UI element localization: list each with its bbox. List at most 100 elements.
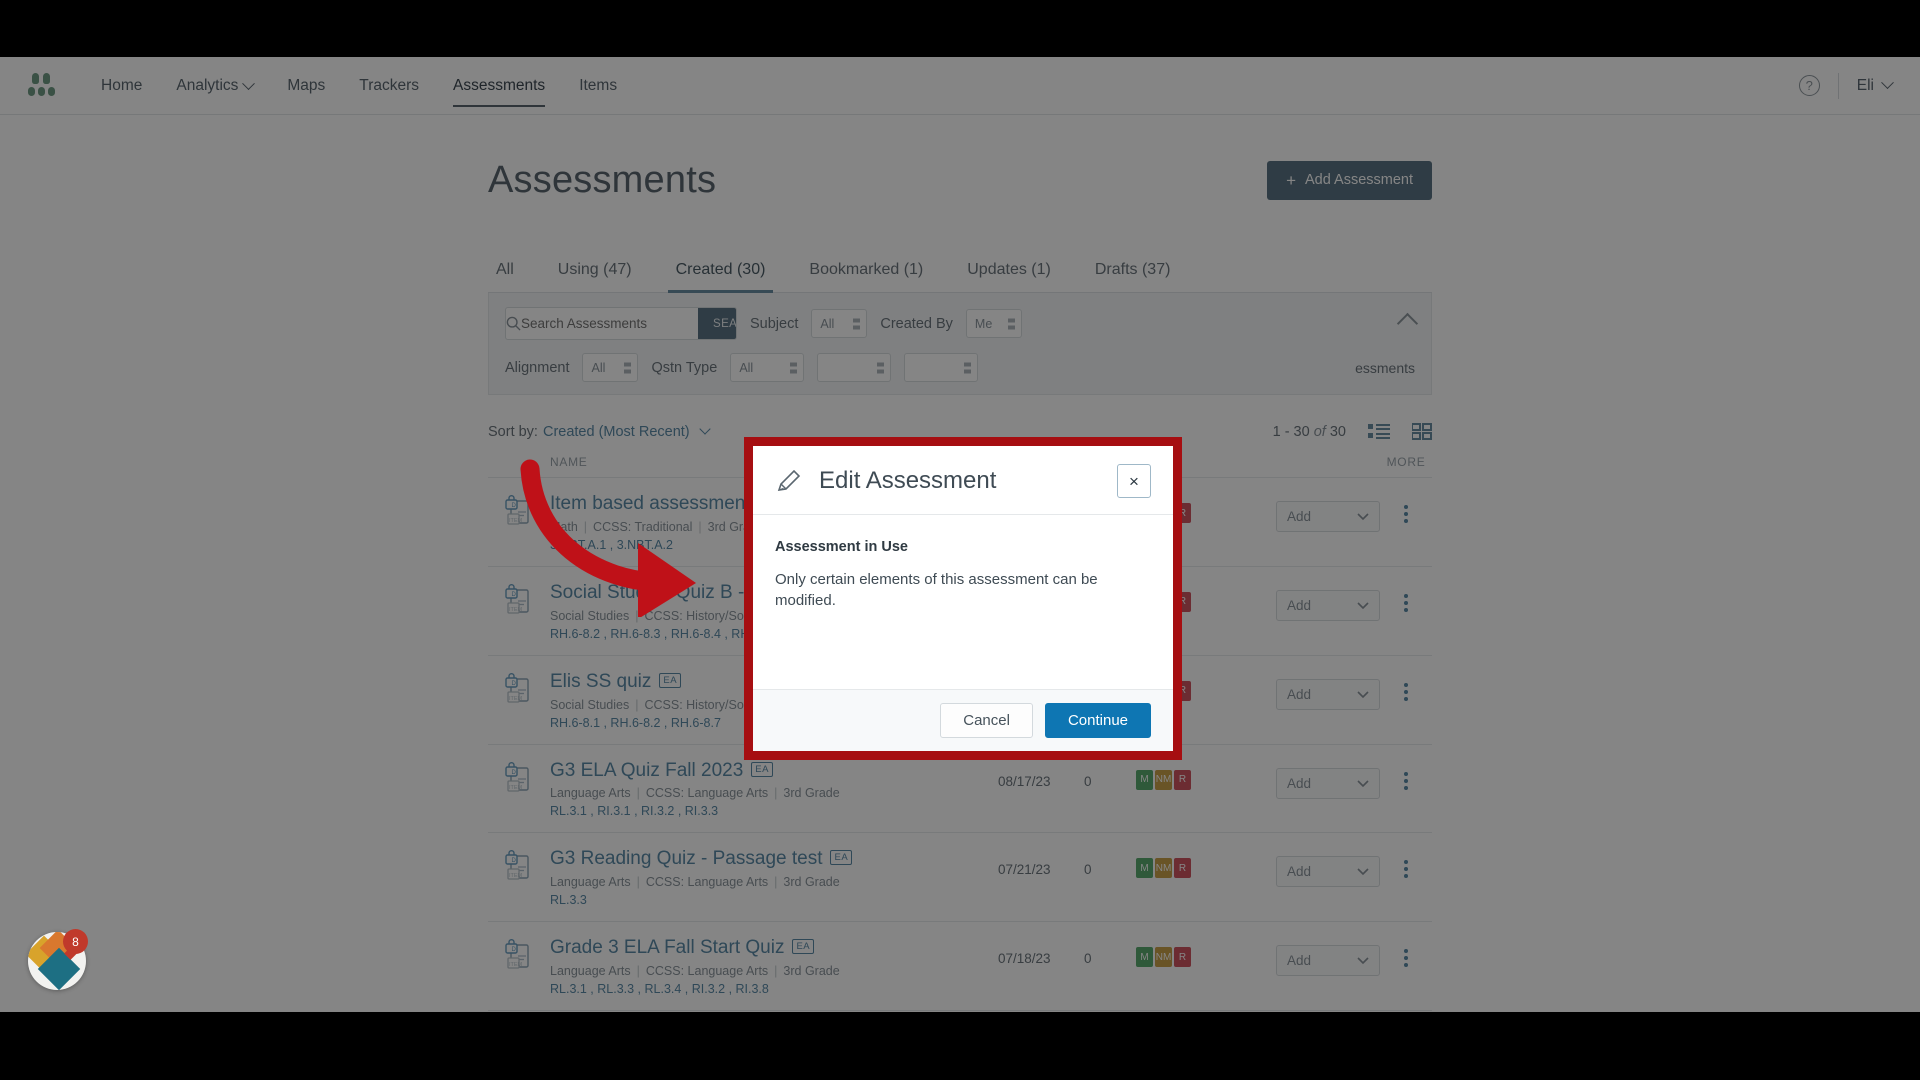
assessment-name-link[interactable]: G3 Reading Quiz - Passage test — [550, 848, 822, 869]
add-dropdown-button[interactable]: Add — [1276, 589, 1380, 621]
ea-badge: EA — [751, 761, 773, 777]
chevron-down-icon — [1357, 864, 1369, 879]
assessment-more-cell — [1380, 848, 1432, 879]
alignment-filter-value: All — [591, 360, 606, 375]
more-options-icon[interactable] — [1404, 505, 1408, 523]
tab-label: Drafts (37) — [1094, 261, 1171, 278]
nav-item-maps[interactable]: Maps — [270, 58, 342, 113]
nav-item-analytics[interactable]: Analytics — [159, 58, 270, 113]
add-dropdown-label: Add — [1287, 686, 1312, 702]
tab-label: Updates (1) — [967, 261, 1051, 278]
assessment-doc-icon: D ITEM — [488, 671, 550, 706]
nav-label: Home — [101, 77, 143, 94]
mastery-badge-r: R — [1174, 858, 1191, 879]
column-header-more: MORE — [1386, 455, 1426, 469]
help-icon[interactable]: ? — [1798, 75, 1820, 96]
tab-all[interactable]: All — [488, 251, 536, 292]
createdby-filter-select[interactable]: Me — [965, 309, 1022, 338]
subject-filter-label: Subject — [750, 315, 799, 332]
nav-label: Analytics — [176, 77, 239, 94]
assessment-name-cell: G3 ELA Quiz Fall 2023 EA Language Arts | CC… — [550, 760, 998, 819]
nav-label: Items — [579, 77, 618, 94]
add-assessment-button[interactable]: + Add Assessment — [1267, 160, 1432, 200]
assessment-doc-icon: D ITEM — [488, 493, 550, 528]
svg-text:ITEM: ITEM — [509, 962, 523, 968]
qstntype-filter-label: Qstn Type — [651, 359, 718, 376]
nav-item-items[interactable]: Items — [562, 58, 634, 113]
top-navigation-bar: Home Analytics Maps Trackers Assessments… — [0, 57, 1920, 115]
more-options-icon[interactable] — [1404, 771, 1408, 790]
more-options-icon[interactable] — [1404, 860, 1408, 879]
svg-text:D: D — [512, 947, 517, 953]
tab-drafts[interactable]: Drafts (37) — [1073, 251, 1193, 292]
stepper-icon — [1007, 318, 1015, 329]
assessment-meta: Language Arts | CCSS: Language Arts | 3rd Gr… — [550, 964, 840, 979]
search-box[interactable]: SEARCH — [505, 307, 737, 340]
modal-message: Only certain elements of this assessment… — [775, 571, 1098, 610]
add-dropdown-button[interactable]: Add — [1276, 856, 1380, 888]
assessment-standards[interactable]: RL.3.1 , RI.3.1 , RI.3.2 , RI.3.3 — [550, 804, 988, 818]
nav-item-assessments[interactable]: Assessments — [436, 58, 562, 113]
qstntype-filter-select[interactable]: All — [730, 353, 805, 382]
assessment-add-cell: Add — [1276, 760, 1380, 799]
add-dropdown-button[interactable]: Add — [1276, 678, 1380, 710]
nav-item-trackers[interactable]: Trackers — [342, 58, 436, 113]
user-menu[interactable]: Eli — [1857, 76, 1894, 95]
assessment-name-link[interactable]: G3 ELA Quiz Fall 2023 — [550, 760, 743, 781]
chevron-down-icon — [699, 423, 711, 435]
table-row[interactable]: D ITEM test for rubric Language Arts|CCS… — [488, 1010, 1432, 1012]
svg-text:D: D — [512, 858, 517, 864]
tab-label: All — [496, 261, 514, 278]
subject-filter-select[interactable]: All — [811, 309, 868, 338]
search-input[interactable] — [521, 308, 698, 339]
chevron-down-icon — [1357, 687, 1369, 702]
list-view-icon[interactable] — [1368, 423, 1390, 441]
svg-text:ITEM: ITEM — [509, 607, 523, 613]
grid-view-icon[interactable] — [1412, 423, 1432, 441]
table-row[interactable]: D ITEM Grade 3 ELA Fall Start Quiz EA Lan… — [488, 921, 1432, 1010]
sort-value-dropdown[interactable]: Created (Most Recent) — [543, 423, 711, 440]
extra-filter-select-1[interactable] — [817, 353, 892, 382]
cancel-button[interactable]: Cancel — [940, 703, 1033, 738]
search-icon — [506, 308, 521, 339]
table-row[interactable]: D ITEM G3 Reading Quiz - Passage test EA … — [488, 832, 1432, 921]
assessment-name-link[interactable]: Elis SS quiz — [550, 671, 651, 692]
close-icon[interactable]: × — [1117, 464, 1151, 498]
alignment-filter-select[interactable]: All — [582, 353, 639, 382]
chevron-down-icon — [1357, 598, 1369, 613]
tab-updates[interactable]: Updates (1) — [945, 251, 1073, 292]
ea-badge: EA — [830, 850, 853, 866]
tab-using[interactable]: Using (47) — [536, 251, 654, 292]
plus-icon: + — [1286, 170, 1296, 190]
more-options-icon[interactable] — [1404, 593, 1408, 612]
collapse-filters-icon[interactable] — [1396, 312, 1419, 335]
assessment-standards[interactable]: RL.3.3 — [550, 893, 988, 907]
page-header: Assessments + Add Assessment — [488, 151, 1432, 209]
tab-bookmarked[interactable]: Bookmarked (1) — [787, 251, 945, 292]
add-dropdown-button[interactable]: Add — [1276, 501, 1380, 532]
assessment-name-link[interactable]: Grade 3 ELA Fall Start Quiz — [550, 937, 784, 958]
add-dropdown-button[interactable]: Add — [1276, 945, 1380, 977]
stepper-icon — [877, 362, 885, 373]
svg-text:D: D — [512, 770, 517, 776]
extra-filter-select-2[interactable] — [904, 353, 979, 382]
mastery-badge-nm: NM — [1155, 947, 1172, 968]
app-logo-icon[interactable] — [28, 71, 58, 101]
more-options-icon[interactable] — [1404, 682, 1408, 701]
nav-item-home[interactable]: Home — [84, 58, 159, 113]
add-dropdown-button[interactable]: Add — [1276, 767, 1380, 799]
continue-button[interactable]: Continue — [1044, 703, 1151, 738]
assessment-standards[interactable]: RL.3.1 , RL.3.3 , RL.3.4 , RI.3.2 , RI.3… — [550, 982, 988, 996]
search-button[interactable]: SEARCH — [698, 308, 736, 339]
add-dropdown-label: Add — [1287, 864, 1312, 880]
tab-created[interactable]: Created (30) — [654, 251, 788, 293]
range-start-end: 1 - 30 — [1272, 424, 1310, 440]
reset-assessments-link[interactable]: essments — [1355, 360, 1415, 376]
notifications-widget[interactable]: 8 — [28, 929, 88, 990]
assessment-more-cell — [1380, 493, 1432, 523]
assessment-doc-icon: D ITEM — [488, 760, 550, 795]
chevron-down-icon — [1357, 953, 1369, 968]
nav-label: Maps — [287, 77, 326, 94]
more-options-icon[interactable] — [1404, 949, 1408, 968]
assessment-add-cell: Add — [1276, 848, 1380, 888]
